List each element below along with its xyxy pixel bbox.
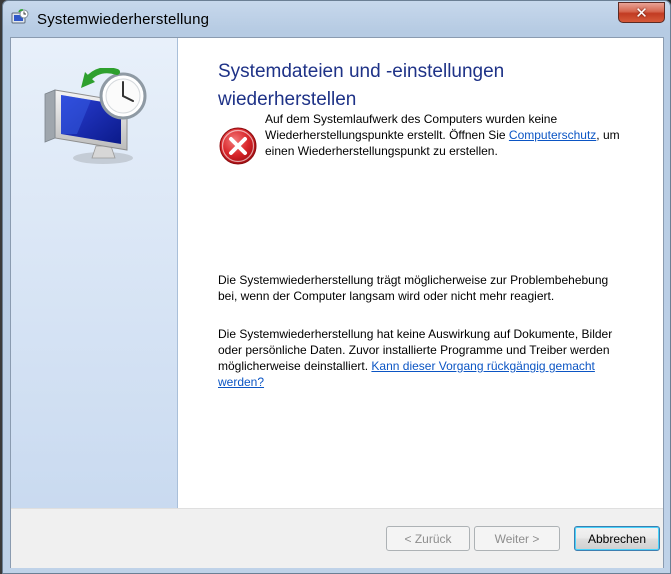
sidebar-panel (11, 38, 178, 508)
title-bar[interactable]: Systemwiederherstellung ✕ (3, 1, 670, 37)
page-heading: Systemdateien und -einstellungen wiederh… (218, 61, 505, 110)
back-button[interactable]: < Zurück (386, 526, 470, 551)
description-paragraph-2: Die Systemwiederherstellung hat keine Au… (218, 326, 628, 390)
description-paragraph-1: Die Systemwiederherstellung trägt möglic… (218, 273, 609, 303)
close-button[interactable]: ✕ (618, 2, 665, 23)
system-restore-window: Systemwiederherstellung ✕ Systemdateien … (2, 0, 671, 574)
next-button[interactable]: Weiter > (474, 526, 560, 551)
system-restore-clock-monitor-icon (44, 68, 147, 164)
button-bar: < Zurück Weiter > Abbrechen (11, 508, 663, 568)
dialog-client-area: Systemdateien und -einstellungen wiederh… (10, 37, 664, 568)
computer-protection-link[interactable]: Computerschutz (509, 128, 596, 142)
error-message: Auf dem Systemlaufwerk des Computers wur… (265, 111, 635, 159)
system-restore-icon (11, 9, 29, 27)
close-icon: ✕ (635, 3, 648, 22)
error-icon (219, 127, 257, 165)
cancel-button[interactable]: Abbrechen (574, 526, 660, 551)
window-title: Systemwiederherstellung (37, 11, 210, 28)
